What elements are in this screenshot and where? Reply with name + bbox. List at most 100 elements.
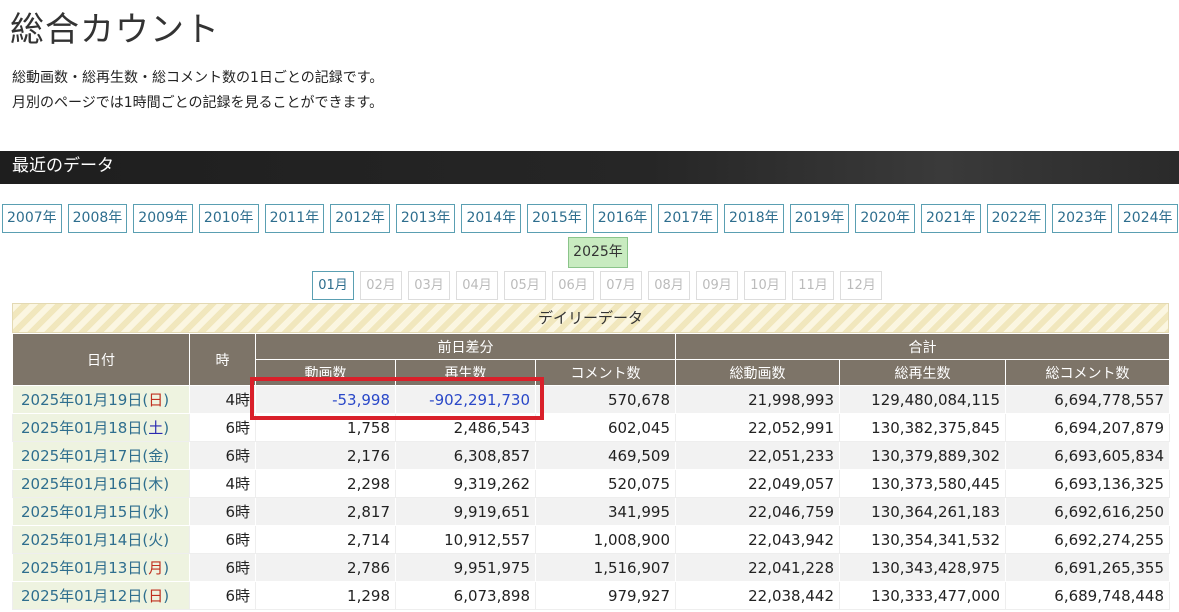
date-link[interactable]: 2025年01月13日(月) — [12, 553, 190, 582]
year-link-2011[interactable]: 2011年 — [264, 204, 325, 233]
date-link[interactable]: 2025年01月12日(日) — [12, 581, 190, 610]
hour-cell: 6時 — [189, 581, 256, 610]
diff-videos-cell: 2,298 — [255, 469, 396, 498]
date-link[interactable]: 2025年01月18日(土) — [12, 413, 190, 442]
total-videos-cell: 21,998,993 — [675, 385, 840, 414]
total-views-cell: 130,364,261,183 — [839, 497, 1006, 526]
diff-videos-cell: 2,714 — [255, 525, 396, 554]
date-paren: ) — [163, 559, 170, 577]
month-link-06: 06月 — [552, 271, 594, 300]
total-comments-cell: 6,693,605,834 — [1004, 441, 1171, 470]
header-hour: 時 — [189, 333, 256, 386]
year-link-2019[interactable]: 2019年 — [789, 204, 850, 233]
diff-views-cell: 9,319,262 — [395, 469, 536, 498]
header-total-videos: 総動画数 — [675, 359, 840, 386]
year-link-2008[interactable]: 2008年 — [67, 204, 128, 233]
date-paren: ) — [163, 475, 170, 493]
total-videos-cell: 22,051,233 — [675, 441, 840, 470]
header-diff-views: 再生数 — [395, 359, 536, 386]
date-link[interactable]: 2025年01月17日(金) — [12, 441, 190, 470]
total-comments-cell: 6,694,778,557 — [1004, 385, 1171, 414]
year-link-2021[interactable]: 2021年 — [920, 204, 981, 233]
year-link-2022[interactable]: 2022年 — [986, 204, 1047, 233]
diff-views-cell: 10,912,557 — [395, 525, 536, 554]
month-link-05: 05月 — [504, 271, 546, 300]
date-text: 2025年01月18日( — [21, 419, 149, 437]
date-paren: ) — [163, 503, 170, 521]
year-link-2023[interactable]: 2023年 — [1052, 204, 1112, 233]
hour-cell: 6時 — [189, 553, 256, 582]
total-comments-cell: 6,691,265,355 — [1004, 553, 1171, 582]
header-total-group: 合計 — [674, 333, 1171, 360]
header-total-comments: 総コメント数 — [1004, 359, 1171, 386]
weekday-text: 水 — [148, 503, 164, 521]
year-link-2018[interactable]: 2018年 — [724, 204, 784, 233]
diff-comments-cell: 1,516,907 — [535, 553, 676, 582]
header-diff-comments: コメント数 — [535, 359, 676, 386]
hour-cell: 6時 — [189, 413, 256, 442]
date-link[interactable]: 2025年01月19日(日) — [12, 385, 190, 414]
year-link-2012[interactable]: 2012年 — [330, 204, 390, 233]
daily-data-table: 日付 時 前日差分 合計 動画数 再生数 コメント数 総動画数 総再生数 総コメ… — [12, 333, 1171, 610]
year-link-2024[interactable]: 2024年 — [1117, 204, 1178, 233]
diff-comments-cell: 979,927 — [535, 581, 676, 610]
month-link-04: 04月 — [456, 271, 498, 300]
year-link-2007[interactable]: 2007年 — [2, 204, 62, 233]
total-videos-cell: 22,052,991 — [675, 413, 840, 442]
year-nav: 2007年 2008年 2009年 2010年 2011年 2012年 2013年 2014年… — [2, 204, 1178, 233]
section-header-recent-data: 最近のデータ — [0, 151, 1179, 184]
month-link-09: 09月 — [696, 271, 738, 300]
diff-videos-cell: 2,176 — [255, 441, 396, 470]
date-text: 2025年01月15日( — [21, 503, 149, 521]
year-link-2010[interactable]: 2010年 — [198, 204, 259, 233]
diff-views-cell: 9,919,651 — [395, 497, 536, 526]
year-link-2009[interactable]: 2009年 — [133, 204, 193, 233]
total-videos-cell: 22,049,057 — [675, 469, 840, 498]
date-link[interactable]: 2025年01月16日(木) — [12, 469, 190, 498]
table-row: 2025年01月17日(金) 6時 2,176 6,308,857 469,509 22,… — [12, 441, 1171, 470]
weekday-text: 日 — [148, 391, 164, 409]
date-paren: ) — [163, 419, 170, 437]
weekday-text: 火 — [148, 531, 164, 549]
total-views-cell: 130,373,580,445 — [839, 469, 1006, 498]
table-row: 2025年01月13日(月) 6時 2,786 9,951,975 1,516,907 2… — [12, 553, 1171, 582]
date-text: 2025年01月12日( — [21, 587, 149, 605]
diff-comments-cell: 469,509 — [535, 441, 676, 470]
date-link[interactable]: 2025年01月15日(水) — [12, 497, 190, 526]
table-row: 2025年01月16日(木) 4時 2,298 9,319,262 520,075 22,… — [12, 469, 1171, 498]
date-link[interactable]: 2025年01月14日(火) — [12, 525, 190, 554]
year-link-2013[interactable]: 2013年 — [395, 204, 456, 233]
diff-comments-cell: 1,008,900 — [535, 525, 676, 554]
month-link-10: 10月 — [744, 271, 786, 300]
diff-views-cell: 6,308,857 — [395, 441, 536, 470]
total-videos-cell: 22,038,442 — [675, 581, 840, 610]
month-link-01[interactable]: 01月 — [312, 271, 354, 300]
year-link-2014[interactable]: 2014年 — [461, 204, 522, 233]
total-views-cell: 130,343,428,975 — [839, 553, 1006, 582]
table-row: 2025年01月19日(日) 4時 -53,998 -902,291,730 570,6… — [12, 385, 1171, 414]
description-line-2: 月別のページでは1時間ごとの記録を見ることができます。 — [12, 95, 384, 111]
month-link-11: 11月 — [792, 271, 834, 300]
year-link-2020[interactable]: 2020年 — [855, 204, 915, 233]
year-link-2016[interactable]: 2016年 — [592, 204, 653, 233]
diff-videos-cell: 2,786 — [255, 553, 396, 582]
hour-cell: 4時 — [189, 469, 256, 498]
weekday-text: 木 — [148, 475, 164, 493]
table-row: 2025年01月12日(日) 6時 1,298 6,073,898 979,927 22,… — [12, 581, 1171, 610]
total-comments-cell: 6,689,748,448 — [1004, 581, 1171, 610]
diff-views-cell: -902,291,730 — [395, 385, 536, 414]
table-row: 2025年01月15日(水) 6時 2,817 9,919,651 341,995 22,… — [12, 497, 1171, 526]
total-videos-cell: 22,041,228 — [675, 553, 840, 582]
month-link-02: 02月 — [360, 271, 402, 300]
hour-cell: 4時 — [189, 385, 256, 414]
header-diff-videos: 動画数 — [255, 359, 396, 386]
total-comments-cell: 6,693,136,325 — [1004, 469, 1171, 498]
diff-videos-cell: 1,758 — [255, 413, 396, 442]
total-views-cell: 130,379,889,302 — [839, 441, 1006, 470]
hour-cell: 6時 — [189, 497, 256, 526]
year-link-2015[interactable]: 2015年 — [527, 204, 587, 233]
year-link-2017[interactable]: 2017年 — [658, 204, 719, 233]
diff-views-cell: 9,951,975 — [395, 553, 536, 582]
date-paren: ) — [163, 391, 170, 409]
date-text: 2025年01月19日( — [21, 391, 149, 409]
